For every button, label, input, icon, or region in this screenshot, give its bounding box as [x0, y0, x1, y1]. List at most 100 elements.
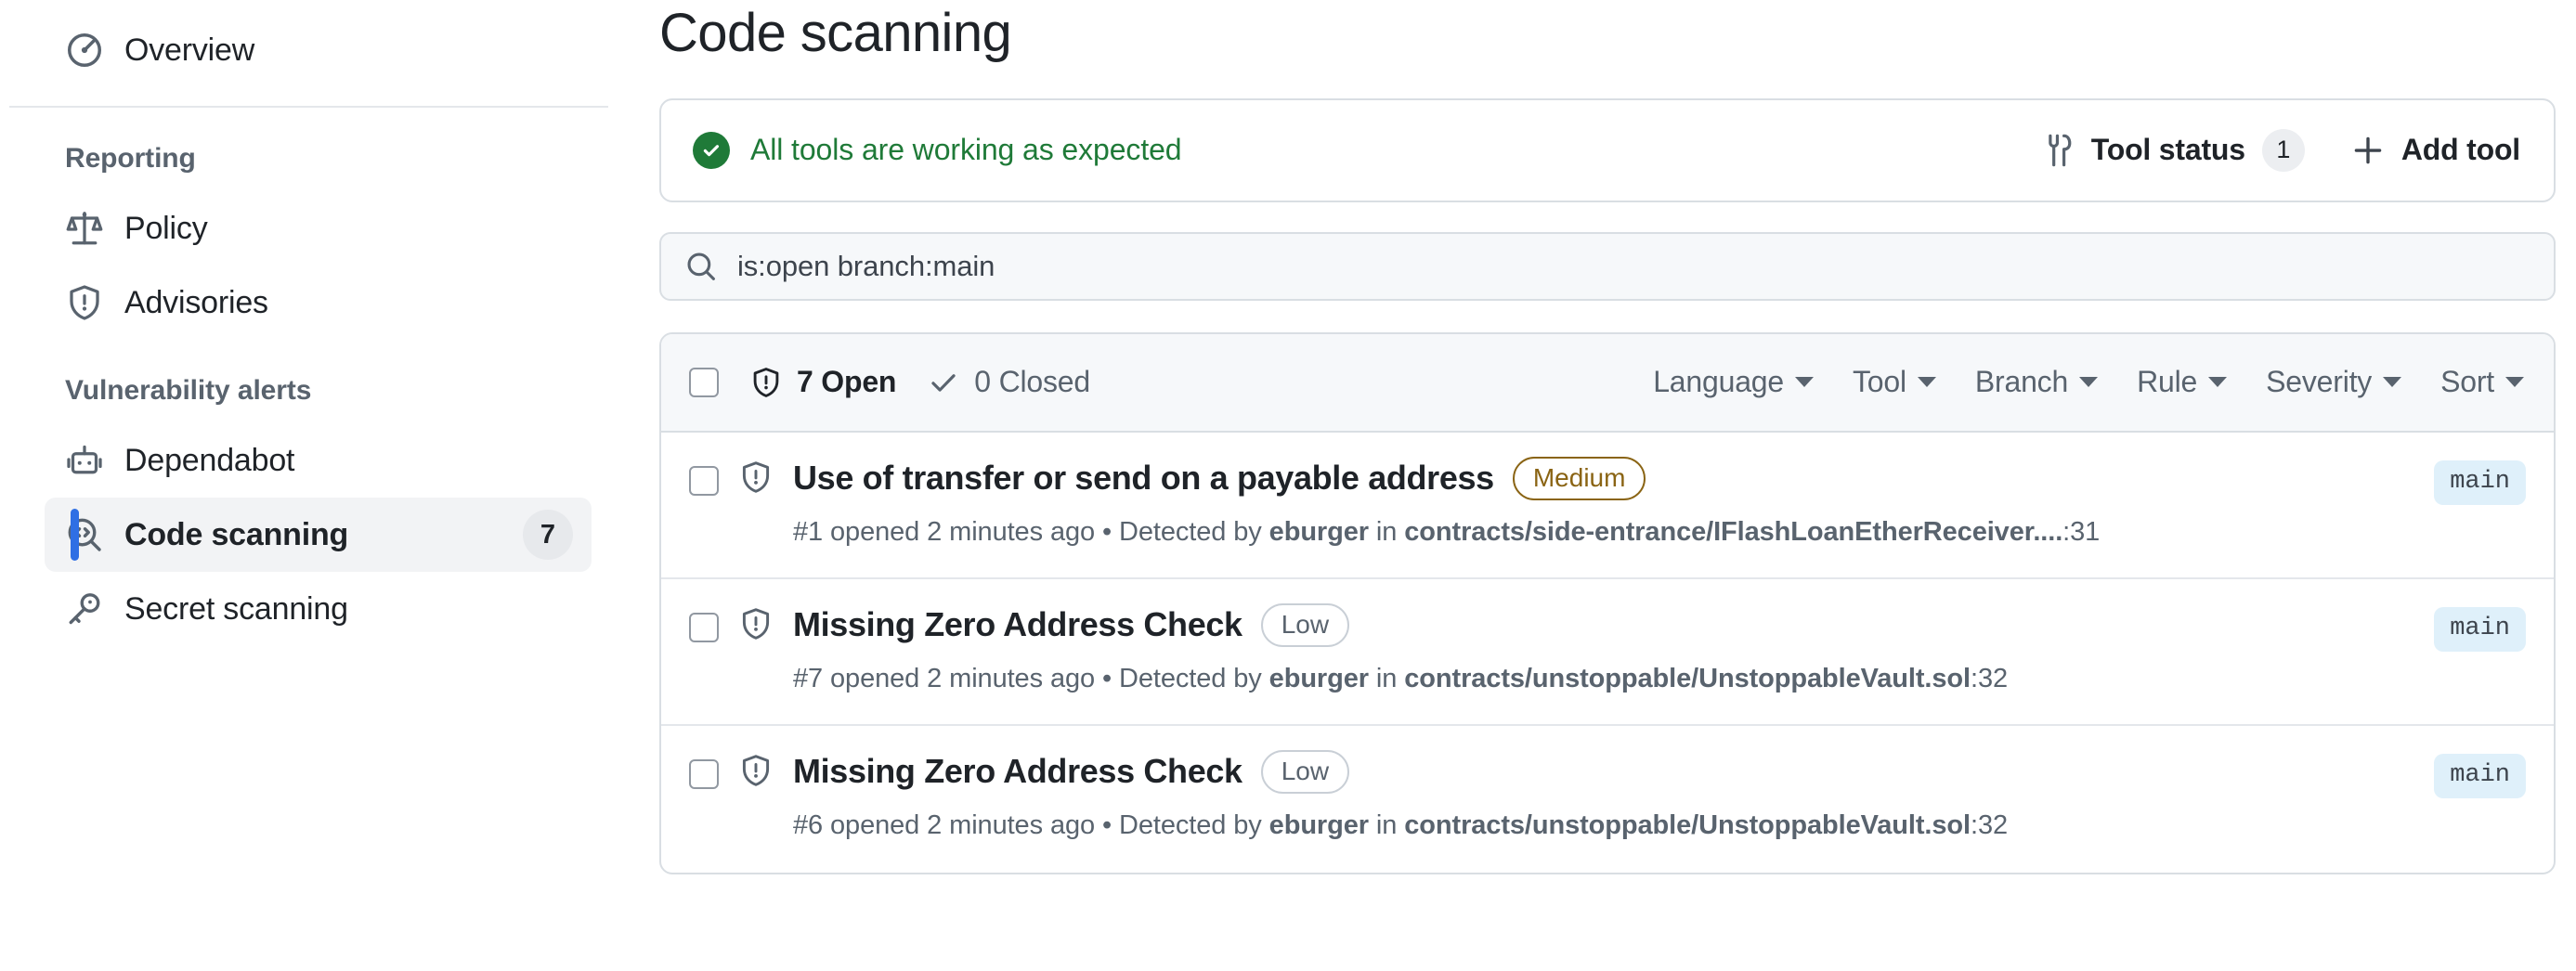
- alert-author[interactable]: eburger: [1269, 664, 1369, 693]
- tool-status-button[interactable]: Tool status 1: [2039, 128, 2305, 172]
- sidebar-item-label: Overview: [124, 32, 255, 68]
- chevron-down-icon: [2383, 377, 2402, 388]
- sidebar-item-label: Secret scanning: [124, 591, 348, 627]
- banner-status-text: All tools are working as expected: [750, 133, 1182, 167]
- alert-path[interactable]: contracts/side-entrance/IFlashLoanEtherR…: [1404, 517, 2062, 547]
- detected-by-prefix: Detected by: [1119, 663, 1262, 693]
- filter-tool[interactable]: Tool: [1853, 365, 1936, 399]
- tool-status-banner: All tools are working as expected Tool s…: [659, 97, 2556, 202]
- alert-body: Missing Zero Address Check Low #6 opened…: [793, 749, 2410, 841]
- meta-in-word: in: [1375, 809, 1398, 840]
- alert-state-filters: 7 Open 0 Closed: [750, 365, 1090, 399]
- filter-branch[interactable]: Branch: [1974, 365, 2099, 399]
- alert-row[interactable]: Use of transfer or send on a payable add…: [661, 433, 2554, 579]
- select-all-checkbox[interactable]: [689, 367, 719, 397]
- alert-checkbox[interactable]: [689, 758, 719, 789]
- sidebar-item-secret-scanning[interactable]: Secret scanning: [45, 572, 592, 646]
- chevron-down-icon: [2079, 377, 2099, 388]
- alert-path[interactable]: contracts/unstoppable/UnstoppableVault.s…: [1404, 810, 1971, 840]
- alert-body: Use of transfer or send on a payable add…: [793, 456, 2410, 548]
- sidebar-item-dependabot[interactable]: Dependabot: [45, 423, 592, 498]
- sidebar-item-code-scanning[interactable]: Code scanning 7: [45, 498, 592, 572]
- sidebar-item-overview[interactable]: Overview: [45, 13, 592, 87]
- alert-body: Missing Zero Address Check Low #7 opened…: [793, 602, 2410, 694]
- filter-language-label: Language: [1653, 365, 1784, 399]
- add-tool-button[interactable]: Add tool: [2351, 133, 2520, 167]
- filter-severity[interactable]: Severity: [2266, 365, 2402, 399]
- alert-checkbox[interactable]: [689, 465, 719, 496]
- meter-icon: [65, 31, 104, 70]
- chevron-down-icon: [1917, 377, 1936, 388]
- shield-alert-icon: [65, 283, 104, 322]
- alert-row[interactable]: Missing Zero Address Check Low #6 opened…: [661, 726, 2554, 873]
- alert-filter-dropdowns: Language Tool Branch Rule Severity Sort: [1653, 365, 2524, 399]
- chevron-down-icon: [2505, 377, 2524, 388]
- closed-alerts-label: 0 Closed: [974, 365, 1090, 399]
- branch-badge: main: [2434, 460, 2526, 506]
- alert-title[interactable]: Missing Zero Address Check: [793, 605, 1242, 644]
- sidebar-section-vulnerability-alerts-title: Vulnerability alerts: [65, 375, 312, 406]
- sidebar-divider: [9, 106, 608, 108]
- alert-opened: opened 2 minutes ago: [830, 809, 1096, 840]
- meta-separator: •: [1102, 663, 1112, 693]
- check-circle-icon: [693, 131, 730, 169]
- search-input[interactable]: [737, 249, 2530, 283]
- key-icon: [65, 589, 104, 628]
- alert-author[interactable]: eburger: [1269, 517, 1369, 547]
- sidebar-item-count: 7: [523, 510, 573, 560]
- banner-actions: Tool status 1 Add tool: [2039, 128, 2520, 172]
- alert-line: :31: [2062, 516, 2101, 547]
- open-alerts-filter[interactable]: 7 Open: [750, 365, 896, 399]
- code-scanning-page: Overview Reporting Policy Advisories Vul…: [0, 0, 2576, 971]
- alert-path[interactable]: contracts/unstoppable/UnstoppableVault.s…: [1404, 664, 1971, 693]
- chevron-down-icon: [1794, 377, 1814, 388]
- meta-in-word: in: [1375, 516, 1398, 547]
- filter-tool-label: Tool: [1852, 365, 1906, 399]
- page-title: Code scanning: [659, 3, 1012, 63]
- closed-alerts-filter[interactable]: 0 Closed: [928, 365, 1090, 399]
- alert-meta: #6 opened 2 minutes ago • Detected by eb…: [793, 810, 2410, 841]
- filter-severity-label: Severity: [2266, 365, 2373, 399]
- alert-opened: opened 2 minutes ago: [830, 516, 1096, 547]
- detected-by-prefix: Detected by: [1119, 809, 1262, 840]
- meta-separator: •: [1102, 809, 1112, 840]
- filter-rule[interactable]: Rule: [2137, 365, 2228, 399]
- alert-title[interactable]: Use of transfer or send on a payable add…: [793, 459, 1494, 498]
- severity-badge: Low: [1260, 602, 1350, 647]
- alert-line: :32: [1970, 663, 2008, 693]
- alert-checkbox[interactable]: [689, 612, 719, 642]
- open-alerts-label: 7 Open: [797, 365, 897, 399]
- alert-search-bar[interactable]: [659, 231, 2556, 301]
- shield-alert-icon: [739, 754, 773, 787]
- search-icon: [685, 251, 717, 282]
- filter-language[interactable]: Language: [1653, 365, 1814, 399]
- sidebar-item-advisories[interactable]: Advisories: [45, 265, 592, 340]
- shield-alert-icon: [739, 607, 773, 641]
- alert-title-line: Missing Zero Address Check Low: [793, 749, 2410, 794]
- alert-title[interactable]: Missing Zero Address Check: [793, 752, 1242, 791]
- main-content: Code scanning All tools are working as e…: [608, 0, 2576, 874]
- check-icon: [928, 367, 959, 398]
- alert-title-line: Missing Zero Address Check Low: [793, 602, 2410, 647]
- alert-row[interactable]: Missing Zero Address Check Low #7 opened…: [661, 579, 2554, 726]
- filter-branch-label: Branch: [1974, 365, 2069, 399]
- meta-in-word: in: [1375, 663, 1398, 693]
- chevron-down-icon: [2208, 377, 2228, 388]
- add-tool-label: Add tool: [2400, 133, 2520, 167]
- filter-sort[interactable]: Sort: [2440, 365, 2524, 399]
- filter-rule-label: Rule: [2137, 365, 2198, 399]
- branch-badge: main: [2434, 606, 2526, 653]
- severity-badge: Low: [1260, 749, 1350, 794]
- shield-alert-icon: [739, 460, 773, 494]
- sidebar-item-policy[interactable]: Policy: [45, 191, 592, 265]
- detected-by-prefix: Detected by: [1119, 516, 1262, 547]
- alert-author[interactable]: eburger: [1269, 810, 1369, 840]
- alert-line: :32: [1970, 809, 2008, 840]
- plus-icon: [2351, 134, 2385, 167]
- active-nav-indicator: [71, 509, 79, 561]
- alert-meta: #1 opened 2 minutes ago • Detected by eb…: [793, 517, 2410, 548]
- alert-number: #7: [793, 663, 824, 693]
- sidebar-item-label: Code scanning: [124, 517, 349, 552]
- alert-meta: #7 opened 2 minutes ago • Detected by eb…: [793, 664, 2410, 694]
- law-icon: [65, 209, 104, 248]
